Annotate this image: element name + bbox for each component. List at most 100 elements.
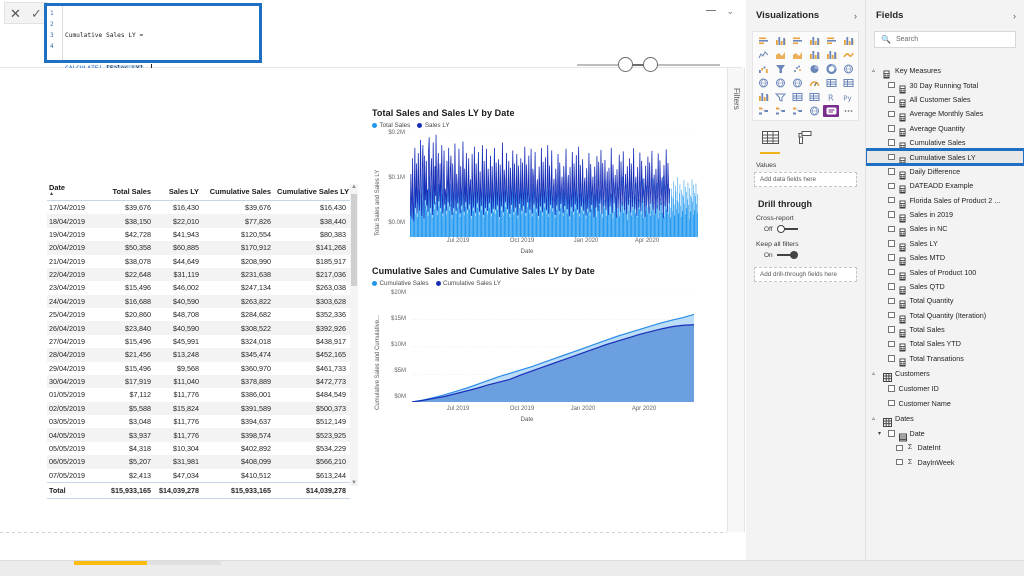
stacked-bar-chart-icon[interactable] — [755, 35, 771, 47]
field-item-sales-in-2019[interactable]: Sales in 2019 — [866, 207, 1024, 221]
python-visual-icon[interactable]: Py — [840, 91, 856, 103]
table-row[interactable]: 04/05/2019$3,937$11,776$398,574$523,925 — [47, 428, 350, 441]
field-checkbox[interactable] — [888, 96, 895, 103]
cross-report-toggle[interactable] — [777, 225, 799, 233]
field-item-sales-qtd[interactable]: Sales QTD — [866, 279, 1024, 293]
format-paint-tab[interactable] — [794, 131, 814, 154]
field-item-florida-sales-of-product-2[interactable]: Florida Sales of Product 2 ... — [866, 193, 1024, 207]
table-scrollbar[interactable]: ▲ ▼ — [350, 184, 358, 486]
pie-chart-icon[interactable] — [806, 63, 822, 75]
key-influencers-icon[interactable] — [755, 105, 771, 117]
table-row[interactable]: 25/04/2019$20,860$48,708$284,682$352,336 — [47, 308, 350, 321]
field-item-dateadd-example[interactable]: DATEADD Example — [866, 179, 1024, 193]
field-checkbox[interactable] — [888, 240, 895, 247]
field-checkbox[interactable] — [888, 183, 895, 190]
media-player-bar[interactable] — [0, 560, 1024, 576]
field-checkbox[interactable] — [888, 385, 895, 392]
field-checkbox[interactable] — [888, 269, 895, 276]
slicer-handle-start[interactable] — [618, 57, 633, 72]
chevron-up-icon[interactable]: ▵ — [872, 415, 879, 422]
line-clustered-column-icon[interactable] — [823, 49, 839, 61]
field-checkbox[interactable] — [888, 82, 895, 89]
chevron-up-icon[interactable]: ▵ — [872, 370, 879, 377]
field-checkbox[interactable] — [896, 445, 903, 452]
clustered-bar-chart-icon[interactable] — [789, 35, 805, 47]
matrix-icon[interactable] — [806, 91, 822, 103]
field-item-customer-name[interactable]: Customer Name — [866, 396, 1024, 410]
field-group-customers[interactable]: ▵ Customers — [866, 366, 1024, 382]
treemap-icon[interactable] — [840, 63, 856, 75]
multi-row-card-icon[interactable] — [840, 77, 856, 89]
values-dropzone[interactable]: Add data fields here — [754, 172, 857, 187]
kpi-icon[interactable] — [755, 91, 771, 103]
table-row[interactable]: 23/04/2019$15,496$46,002$247,134$263,038 — [47, 281, 350, 294]
field-checkbox[interactable] — [888, 197, 895, 204]
date-range-slicer[interactable] — [565, 55, 730, 75]
field-group-key-measures[interactable]: ▵ Key Measures — [866, 62, 1024, 78]
shape-map-icon[interactable] — [789, 77, 805, 89]
field-checkbox[interactable] — [888, 154, 895, 161]
field-item-total-sales-ytd[interactable]: Total Sales YTD — [866, 337, 1024, 351]
field-checkbox[interactable] — [888, 139, 895, 146]
fields-tab[interactable] — [760, 131, 780, 154]
table-row[interactable]: 18/04/2019$38,150$22,010$77,826$38,440 — [47, 214, 350, 227]
ribbon-chart-icon[interactable] — [840, 49, 856, 61]
column-header-total-sales[interactable]: Total Sales — [105, 180, 155, 201]
search-input[interactable]: 🔍 Search — [874, 31, 1016, 48]
stacked-area-chart-icon[interactable] — [789, 49, 805, 61]
table-row[interactable]: 06/05/2019$5,207$31,981$408,099$566,210 — [47, 455, 350, 468]
field-item-dayinweek[interactable]: ΣDayInWeek — [866, 455, 1024, 469]
slicer-handle-end[interactable] — [643, 57, 658, 72]
field-item-total-transations[interactable]: Total Transations — [866, 351, 1024, 365]
100-stacked-column-chart-icon[interactable] — [840, 35, 856, 47]
field-item-cumulative-sales[interactable]: Cumulative Sales — [866, 136, 1024, 150]
qa-visual-icon[interactable] — [789, 105, 805, 117]
funnel-chart-icon[interactable] — [772, 63, 788, 75]
clustered-column-chart-icon[interactable] — [806, 35, 822, 47]
field-checkbox[interactable] — [888, 355, 895, 362]
100-stacked-bar-chart-icon[interactable] — [823, 35, 839, 47]
table-visual[interactable]: Date ▲ Total Sales Sales LY Cumulative S… — [47, 180, 360, 490]
field-item-sales-in-nc[interactable]: Sales in NC — [866, 222, 1024, 236]
cross-report-toggle-row[interactable]: Off — [746, 225, 865, 241]
column-header-cumulative-sales[interactable]: Cumulative Sales — [203, 180, 275, 201]
close-icon[interactable]: ✕ — [10, 7, 21, 20]
field-item-sales-ly[interactable]: Sales LY — [866, 236, 1024, 250]
line-stacked-column-icon[interactable] — [806, 49, 822, 61]
chevron-down-icon[interactable]: ⌄ — [726, 6, 734, 17]
field-item-total-sales[interactable]: Total Sales — [866, 322, 1024, 336]
field-checkbox[interactable] — [888, 430, 895, 437]
arcgis-map-icon[interactable] — [806, 105, 822, 117]
legend-item-sales-ly[interactable]: Sales LY — [417, 122, 449, 129]
column-header-sales-ly[interactable]: Sales LY — [155, 180, 203, 201]
field-checkbox[interactable] — [888, 125, 895, 132]
field-item-average-quantity[interactable]: Average Quantity — [866, 121, 1024, 135]
scroll-up-icon[interactable]: ▲ — [351, 184, 357, 190]
table-row[interactable]: 01/05/2019$7,112$11,776$386,001$484,549 — [47, 388, 350, 401]
field-item-sales-mtd[interactable]: Sales MTD — [866, 251, 1024, 265]
field-checkbox[interactable] — [888, 298, 895, 305]
table-row[interactable]: 05/05/2019$4,318$10,304$402,892$534,229 — [47, 442, 350, 455]
table-row[interactable]: 17/04/2019$39,676$16,430$39,676$16,430 — [47, 201, 350, 215]
field-item-customer-id[interactable]: Customer ID — [866, 382, 1024, 396]
legend-item-total-sales[interactable]: Total Sales — [372, 122, 410, 129]
scatter-chart-icon[interactable] — [789, 63, 805, 75]
more-options-icon[interactable] — [840, 105, 856, 117]
paginated-report-icon[interactable] — [823, 105, 839, 117]
keep-all-filters-toggle-row[interactable]: On — [746, 251, 865, 267]
minimize-icon[interactable] — [706, 10, 716, 11]
table-row[interactable]: 28/04/2019$21,456$13,248$345,474$452,165 — [47, 348, 350, 361]
field-checkbox[interactable] — [888, 211, 895, 218]
table-row[interactable]: 22/04/2019$22,648$31,119$231,638$217,036 — [47, 268, 350, 281]
field-item-cumulative-sales-ly[interactable]: Cumulative Sales LY — [866, 150, 1024, 164]
area-chart-icon[interactable] — [772, 49, 788, 61]
table-row[interactable]: 29/04/2019$15,496$9,568$360,970$461,733 — [47, 362, 350, 375]
filters-pane-collapsed[interactable]: Filters — [727, 68, 745, 532]
table-row[interactable]: 20/04/2019$50,358$60,885$170,912$141,268 — [47, 241, 350, 254]
chevron-down-icon[interactable]: ▾ — [878, 430, 881, 437]
field-item-sales-of-product-100[interactable]: Sales of Product 100 — [866, 265, 1024, 279]
table-row[interactable]: 24/04/2019$16,688$40,590$263,822$303,628 — [47, 295, 350, 308]
field-checkbox[interactable] — [888, 283, 895, 290]
donut-chart-icon[interactable] — [823, 63, 839, 75]
field-checkbox[interactable] — [888, 341, 895, 348]
